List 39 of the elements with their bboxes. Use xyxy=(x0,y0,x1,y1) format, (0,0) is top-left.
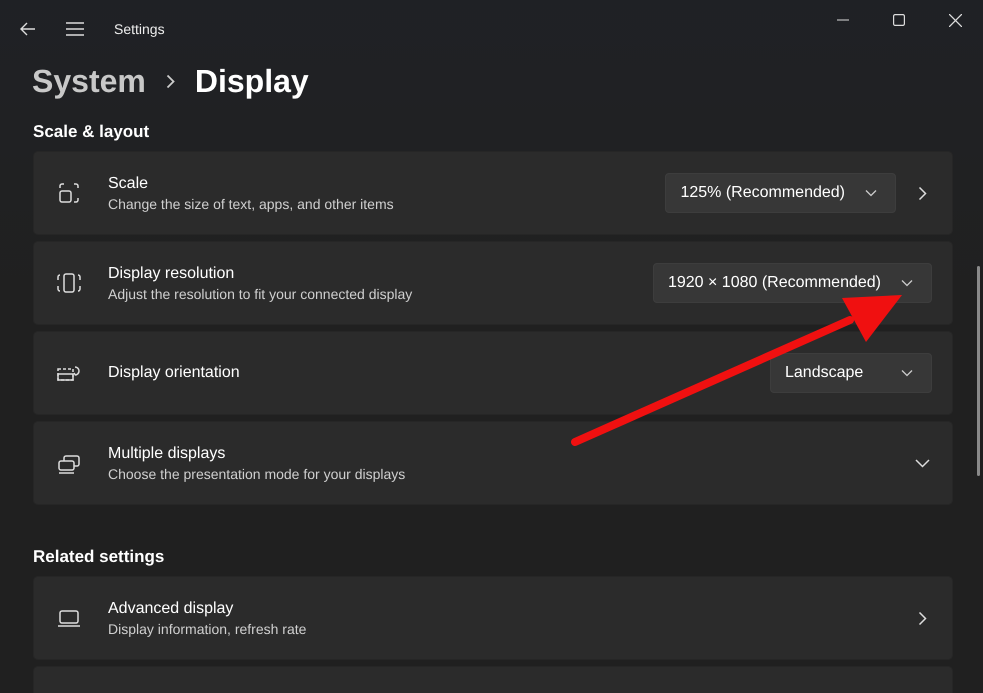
chevron-right-icon[interactable] xyxy=(918,186,926,200)
chevron-down-icon[interactable] xyxy=(914,458,930,468)
close-icon xyxy=(948,14,962,26)
dropdown[interactable]: 125% (Recommended) xyxy=(665,173,896,213)
minimize-icon xyxy=(837,19,849,21)
breadcrumb-item[interactable]: System xyxy=(32,62,146,100)
setting-description: Change the size of text, apps, and other items xyxy=(108,196,395,212)
section-header: Scale & layout xyxy=(33,122,150,142)
back-button[interactable] xyxy=(20,22,36,36)
setting-description: Display information, refresh rate xyxy=(108,620,308,636)
resolution-icon xyxy=(56,271,82,295)
setting-card[interactable]: Multiple displays Choose the presentation mode for your displays xyxy=(33,421,953,505)
setting-title: Scale xyxy=(108,174,150,192)
chevron-right-icon xyxy=(166,74,175,88)
setting-card[interactable]: Scale Change the size of text, apps, and other items 125% (Recommended) xyxy=(33,151,953,235)
setting-card[interactable]: Advanced display Display information, refresh rate xyxy=(33,576,953,660)
setting-card[interactable]: Display orientation Landscape xyxy=(33,331,953,415)
setting-description: Choose the presentation mode for your displays xyxy=(108,466,406,482)
scrollbar[interactable] xyxy=(977,266,980,476)
setting-title: Display resolution xyxy=(108,264,236,282)
setting-description: Adjust the resolution to fit your connected display xyxy=(108,286,414,302)
menu-icon xyxy=(66,22,84,36)
breadcrumb-item[interactable]: Display xyxy=(194,62,309,100)
setting-title: Display orientation xyxy=(108,364,241,382)
back-arrow-icon xyxy=(20,22,36,36)
maximize-icon xyxy=(893,14,905,26)
caret-icon xyxy=(865,189,877,197)
dropdown[interactable]: Landscape xyxy=(770,353,932,393)
window-title: Settings xyxy=(114,21,165,37)
caret-icon xyxy=(901,369,913,377)
dropdown[interactable]: 1920 × 1080 (Recommended) xyxy=(652,263,932,303)
chevron-right-icon[interactable] xyxy=(918,610,926,626)
scale-icon xyxy=(57,181,81,205)
setting-title: Multiple displays xyxy=(108,444,226,462)
setting-title: Advanced display xyxy=(108,600,234,618)
caret-icon xyxy=(901,279,913,287)
setting-card[interactable]: Display resolution Adjust the resolution to fit your connected display 1920 × 1080 (Recommended) xyxy=(33,241,953,325)
section-header: Related settings xyxy=(33,547,166,567)
menu-button[interactable] xyxy=(66,22,84,36)
